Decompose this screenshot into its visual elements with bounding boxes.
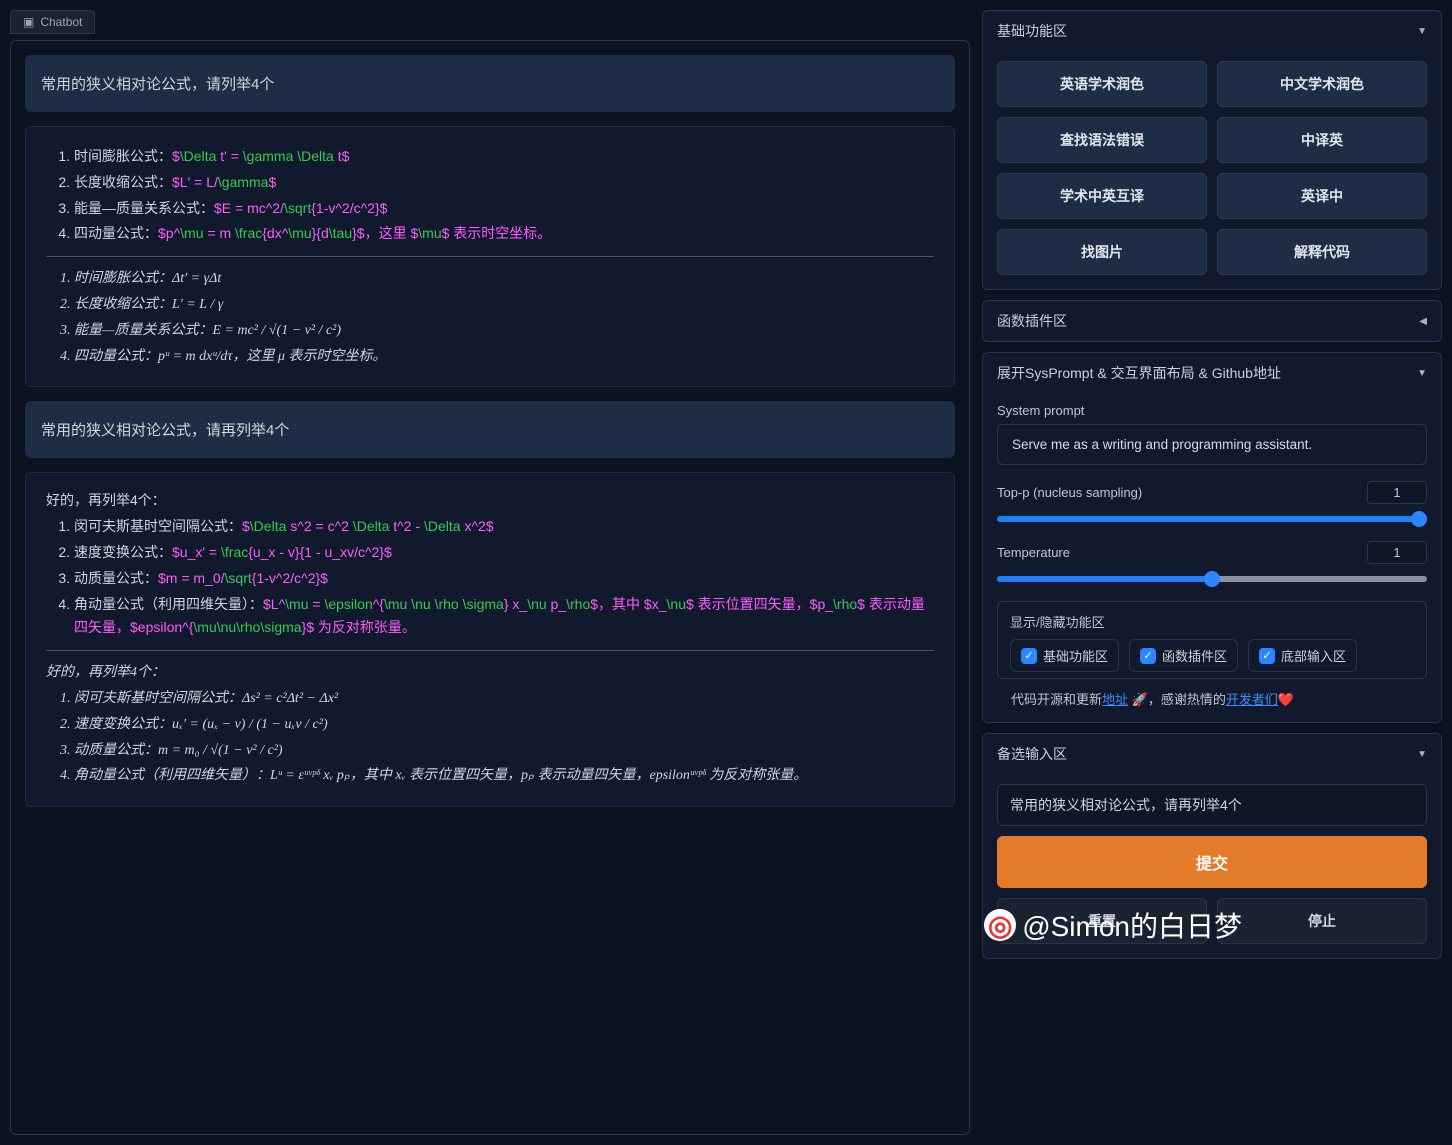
panel-basic-header[interactable]: 基础功能区 ▼	[983, 11, 1441, 51]
formula-item: 角动量公式（利用四维矢量）：$L^\mu = \epsilon^{\mu \nu…	[74, 593, 934, 641]
chevron-down-icon: ▼	[1417, 26, 1427, 37]
formula-rendered: 时间膨胀公式：Δt′ = γΔt	[74, 267, 934, 291]
stop-button[interactable]: 停止	[1217, 898, 1427, 944]
source-link[interactable]: 地址	[1102, 692, 1128, 707]
function-button[interactable]: 中译英	[1217, 117, 1427, 163]
function-button[interactable]: 查找语法错误	[997, 117, 1207, 163]
topp-label: Top-p (nucleus sampling)	[997, 485, 1142, 500]
tab-label: Chatbot	[40, 15, 82, 29]
function-button[interactable]: 解释代码	[1217, 229, 1427, 275]
formula-item: 四动量公式：$p^\mu = m \frac{dx^\mu}{d\tau}$，这…	[74, 222, 934, 246]
chevron-down-icon: ▼	[1417, 749, 1427, 760]
temperature-label: Temperature	[997, 545, 1070, 560]
formula-rendered: 闵可夫斯基时空间隔公式：Δs² = c²Δt² − Δx²	[74, 687, 934, 711]
check-icon: ✓	[1140, 648, 1156, 664]
credit-line: 代码开源和更新地址 🚀，感谢热情的开发者们❤️	[997, 679, 1427, 708]
panel-title: 基础功能区	[997, 21, 1067, 41]
panel-title: 备选输入区	[997, 744, 1067, 764]
panel-plugins-header[interactable]: 函数插件区 ◀	[983, 301, 1441, 341]
formula-item: 闵可夫斯基时空间隔公式：$\Delta s^2 = c^2 \Delta t^2…	[74, 515, 934, 539]
bot-intro: 好的，再列举4个：	[46, 489, 934, 513]
user-message-2: 常用的狭义相对论公式，请再列举4个	[25, 401, 955, 458]
formula-rendered: 角动量公式（利用四维矢量）：Lᵘ = εᵘᵛᵖᵟ xᵥ pₚ，其中 xᵥ 表示位…	[74, 764, 934, 788]
formula-rendered: 四动量公式：pᵘ = m dxᵘ/dτ，这里 μ 表示时空坐标。	[74, 345, 934, 369]
devs-link[interactable]: 开发者们	[1226, 692, 1278, 707]
alt-input-field[interactable]: 常用的狭义相对论公式，请再列举4个	[997, 784, 1427, 826]
toggle-title: 显示/隐藏功能区	[1010, 612, 1414, 631]
function-button[interactable]: 英译中	[1217, 173, 1427, 219]
chevron-down-icon: ▼	[1417, 368, 1427, 379]
chevron-left-icon: ◀	[1419, 316, 1427, 327]
formula-item: 能量—质量关系公式：$E = mc^2/\sqrt{1-v^2/c^2}$	[74, 197, 934, 221]
panel-alt-input: 备选输入区 ▼ 常用的狭义相对论公式，请再列举4个 提交 重置 停止	[982, 733, 1442, 959]
bot-intro-rendered: 好的，再列举4个：	[46, 661, 934, 685]
check-icon: ✓	[1259, 648, 1275, 664]
topp-slider[interactable]	[997, 516, 1427, 522]
formula-rendered: 长度收缩公式：L′ = L / γ	[74, 293, 934, 317]
sysprompt-value[interactable]: Serve me as a writing and programming as…	[997, 424, 1427, 465]
formula-rendered: 速度变换公式：uₓ′ = (uₓ − v) / (1 − uₓv / c²)	[74, 713, 934, 737]
function-button[interactable]: 英语学术润色	[997, 61, 1207, 107]
toggle-checkbox[interactable]: ✓基础功能区	[1010, 639, 1119, 672]
toggle-checkbox[interactable]: ✓底部输入区	[1248, 639, 1357, 672]
bot-message-2: 好的，再列举4个： 闵可夫斯基时空间隔公式：$\Delta s^2 = c^2 …	[25, 472, 955, 807]
toggle-checkbox[interactable]: ✓函数插件区	[1129, 639, 1238, 672]
sidebar: 基础功能区 ▼ 英语学术润色中文学术润色查找语法错误中译英学术中英互译英译中找图…	[982, 10, 1442, 1135]
divider	[46, 256, 934, 257]
panel-plugins: 函数插件区 ◀	[982, 300, 1442, 342]
formula-item: 动质量公式：$m = m_0/\sqrt{1-v^2/c^2}$	[74, 567, 934, 591]
function-button[interactable]: 找图片	[997, 229, 1207, 275]
chat-area: 常用的狭义相对论公式，请列举4个 时间膨胀公式：$\Delta t' = \ga…	[10, 40, 970, 1135]
function-button[interactable]: 中文学术润色	[1217, 61, 1427, 107]
temperature-value[interactable]: 1	[1367, 541, 1427, 564]
panel-title: 函数插件区	[997, 311, 1067, 331]
user-message-1: 常用的狭义相对论公式，请列举4个	[25, 55, 955, 112]
panel-alt-header[interactable]: 备选输入区 ▼	[983, 734, 1441, 774]
divider	[46, 650, 934, 651]
formula-rendered: 能量—质量关系公式：E = mc² / √(1 − v² / c²)	[74, 319, 934, 343]
formula-item: 长度收缩公式：$L' = L/\gamma$	[74, 171, 934, 195]
tab-chatbot[interactable]: ▣ Chatbot	[10, 10, 95, 34]
check-icon: ✓	[1021, 648, 1037, 664]
submit-button[interactable]: 提交	[997, 836, 1427, 888]
reset-button[interactable]: 重置	[997, 898, 1207, 944]
panel-sys-header[interactable]: 展开SysPrompt & 交互界面布局 & Github地址 ▼	[983, 353, 1441, 393]
formula-item: 速度变换公式：$u_x' = \frac{u_x - v}{1 - u_xv/c…	[74, 541, 934, 565]
panel-sysprompt: 展开SysPrompt & 交互界面布局 & Github地址 ▼ System…	[982, 352, 1442, 723]
toggle-group: 显示/隐藏功能区 ✓基础功能区 ✓函数插件区 ✓底部输入区	[997, 601, 1427, 679]
panel-basic: 基础功能区 ▼ 英语学术润色中文学术润色查找语法错误中译英学术中英互译英译中找图…	[982, 10, 1442, 290]
sysprompt-label: System prompt	[997, 403, 1427, 418]
formula-item: 时间膨胀公式：$\Delta t' = \gamma \Delta t$	[74, 145, 934, 169]
function-button[interactable]: 学术中英互译	[997, 173, 1207, 219]
temperature-slider[interactable]	[997, 576, 1427, 582]
topp-value[interactable]: 1	[1367, 481, 1427, 504]
chat-column: ▣ Chatbot 常用的狭义相对论公式，请列举4个 时间膨胀公式：$\Delt…	[10, 10, 970, 1135]
chat-icon: ▣	[23, 15, 34, 29]
bot-message-1: 时间膨胀公式：$\Delta t' = \gamma \Delta t$长度收缩…	[25, 126, 955, 387]
formula-rendered: 动质量公式：m = m₀ / √(1 − v² / c²)	[74, 739, 934, 763]
panel-title: 展开SysPrompt & 交互界面布局 & Github地址	[997, 363, 1281, 383]
